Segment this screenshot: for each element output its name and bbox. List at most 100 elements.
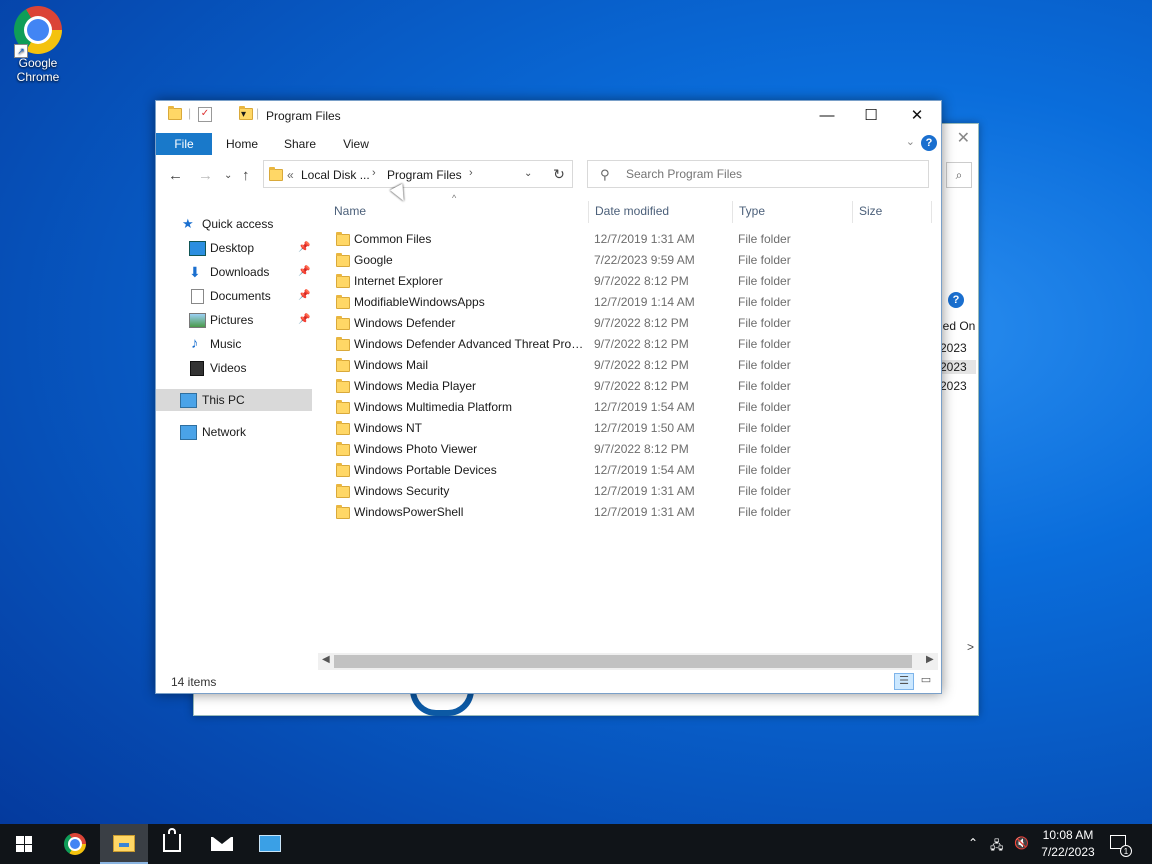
- help-icon[interactable]: ?: [921, 135, 937, 151]
- folder-icon: [336, 337, 350, 351]
- desktop-chrome-shortcut[interactable]: ↗ Google Chrome: [8, 6, 68, 84]
- file-row[interactable]: Windows Defender Advanced Threat Prot...…: [328, 334, 928, 355]
- search-input[interactable]: [624, 166, 918, 182]
- computer-icon: [180, 393, 197, 408]
- back-button[interactable]: ←: [168, 167, 183, 184]
- file-row[interactable]: ModifiableWindowsApps 12/7/2019 1:14 AM Fi…: [328, 292, 928, 313]
- folder-icon: [336, 505, 350, 519]
- up-button[interactable]: ↑: [242, 167, 250, 184]
- clock-time: 10:08 AM: [1042, 828, 1094, 842]
- horizontal-scrollbar[interactable]: ◀ ▶: [318, 653, 938, 670]
- help-icon[interactable]: ?: [948, 292, 964, 308]
- tab-file[interactable]: File: [156, 133, 212, 155]
- taskbar-chrome[interactable]: [50, 824, 98, 864]
- large-icons-view-icon[interactable]: ▭: [916, 673, 936, 690]
- column-divider[interactable]: [588, 201, 589, 223]
- scroll-left-icon[interactable]: ◀: [322, 654, 330, 665]
- file-row[interactable]: Windows Multimedia Platform 12/7/2019 1:5…: [328, 397, 928, 418]
- breadcrumb-overflow[interactable]: «: [287, 168, 294, 182]
- nav-desktop[interactable]: Desktop 📌: [156, 237, 312, 259]
- breadcrumb-program-files[interactable]: Program Files: [387, 168, 462, 182]
- clock[interactable]: 10:08 AM 7/22/2023: [1036, 827, 1100, 861]
- file-row[interactable]: Common Files 12/7/2019 1:31 AM File folder: [328, 229, 928, 250]
- file-row[interactable]: Windows Security 12/7/2019 1:31 AM File fo…: [328, 481, 928, 502]
- network-tray-icon[interactable]: 🖧: [990, 836, 1003, 857]
- details-view-icon[interactable]: ☰: [894, 673, 914, 690]
- address-bar[interactable]: « Local Disk ... › Program Files › ⌄: [263, 160, 573, 188]
- chrome-icon: [64, 833, 86, 855]
- forward-button[interactable]: →: [198, 167, 213, 184]
- shortcut-arrow-icon: ↗: [14, 44, 28, 58]
- folder-icon: [336, 484, 350, 498]
- file-row[interactable]: Windows NT 12/7/2019 1:50 AM File folder: [328, 418, 928, 439]
- properties-icon[interactable]: ✓: [198, 107, 212, 122]
- scroll-right-icon[interactable]: >: [967, 640, 974, 654]
- pictures-icon: [189, 313, 206, 328]
- file-row[interactable]: Windows Portable Devices 12/7/2019 1:54 A…: [328, 460, 928, 481]
- chevron-up-icon[interactable]: ⌃: [968, 836, 978, 850]
- nav-downloads[interactable]: ⬇ Downloads 📌: [156, 261, 312, 283]
- videos-icon: [190, 361, 204, 376]
- folder-icon: [168, 106, 182, 120]
- tab-share[interactable]: Share: [280, 133, 320, 155]
- tab-view[interactable]: View: [336, 133, 376, 155]
- column-divider[interactable]: [732, 201, 733, 223]
- file-row[interactable]: Windows Defender 9/7/2022 8:12 PM File fol…: [328, 313, 928, 334]
- address-dropdown-icon[interactable]: ⌄: [524, 168, 532, 179]
- file-row[interactable]: Google 7/22/2023 9:59 AM File folder: [328, 250, 928, 271]
- pin-icon: 📌: [298, 290, 311, 301]
- customize-toolbar-icon[interactable]: ▾: [241, 109, 246, 120]
- refresh-button[interactable]: ↻: [546, 160, 573, 188]
- breadcrumb-local-disk[interactable]: Local Disk ...: [301, 168, 370, 182]
- taskbar-store[interactable]: [148, 824, 196, 864]
- file-row[interactable]: WindowsPowerShell 12/7/2019 1:31 AM File f…: [328, 502, 928, 523]
- minimize-button[interactable]: —: [804, 101, 850, 131]
- search-icon[interactable]: ⌕: [946, 162, 972, 188]
- title-bar[interactable]: | ✓ ▾ | Program Files — ☐ ✕: [156, 101, 941, 131]
- search-box[interactable]: ⚲: [587, 160, 929, 188]
- column-type[interactable]: Type: [739, 201, 765, 221]
- file-row[interactable]: Windows Media Player 9/7/2022 8:12 PM File…: [328, 376, 928, 397]
- file-row[interactable]: Windows Mail 9/7/2022 8:12 PM File folder: [328, 355, 928, 376]
- folder-icon: [336, 421, 350, 435]
- file-explorer-icon: [113, 835, 135, 852]
- taskbar-file-explorer[interactable]: [100, 824, 148, 864]
- notification-count: 1: [1120, 845, 1132, 857]
- clock-date: 7/22/2023: [1041, 845, 1095, 859]
- chevron-right-icon[interactable]: ›: [469, 167, 473, 179]
- file-row[interactable]: Windows Photo Viewer 9/7/2022 8:12 PM File…: [328, 439, 928, 460]
- expand-ribbon-icon[interactable]: ⌄: [906, 135, 915, 148]
- volume-muted-icon[interactable]: 🔇: [1014, 836, 1029, 850]
- scroll-right-icon[interactable]: ▶: [926, 654, 934, 665]
- nav-videos[interactable]: Videos: [156, 357, 312, 379]
- nav-network[interactable]: Network: [156, 421, 312, 443]
- bg-row-text: 2023: [940, 360, 976, 374]
- file-list: ^ Name Date modified Type Size Common Fi…: [328, 193, 934, 656]
- close-icon[interactable]: ✕: [957, 128, 970, 148]
- taskbar-app[interactable]: [246, 824, 294, 864]
- column-name[interactable]: Name: [334, 201, 366, 221]
- scrollbar-thumb[interactable]: [334, 655, 912, 668]
- start-button[interactable]: [0, 824, 48, 864]
- nav-documents[interactable]: Documents 📌: [156, 285, 312, 307]
- nav-this-pc[interactable]: This PC: [156, 389, 312, 411]
- bg-row-text: 2023: [940, 341, 967, 355]
- nav-quick-access[interactable]: ★ Quick access: [156, 213, 312, 235]
- tab-home[interactable]: Home: [222, 133, 262, 155]
- taskbar-mail[interactable]: [198, 824, 246, 864]
- column-size[interactable]: Size: [859, 201, 882, 221]
- folder-icon: [336, 295, 350, 309]
- pin-icon: 📌: [298, 314, 311, 325]
- close-button[interactable]: ✕: [894, 101, 940, 131]
- column-date-modified[interactable]: Date modified: [595, 201, 669, 221]
- chevron-right-icon[interactable]: ›: [372, 167, 376, 179]
- column-divider[interactable]: [931, 201, 932, 223]
- recent-locations-icon[interactable]: ⌄: [224, 170, 232, 181]
- nav-music[interactable]: ♪ Music: [156, 333, 312, 355]
- folder-icon: [336, 316, 350, 330]
- file-row[interactable]: Internet Explorer 9/7/2022 8:12 PM File fo…: [328, 271, 928, 292]
- column-divider[interactable]: [852, 201, 853, 223]
- maximize-button[interactable]: ☐: [848, 101, 894, 131]
- folder-icon: [336, 253, 350, 267]
- nav-pictures[interactable]: Pictures 📌: [156, 309, 312, 331]
